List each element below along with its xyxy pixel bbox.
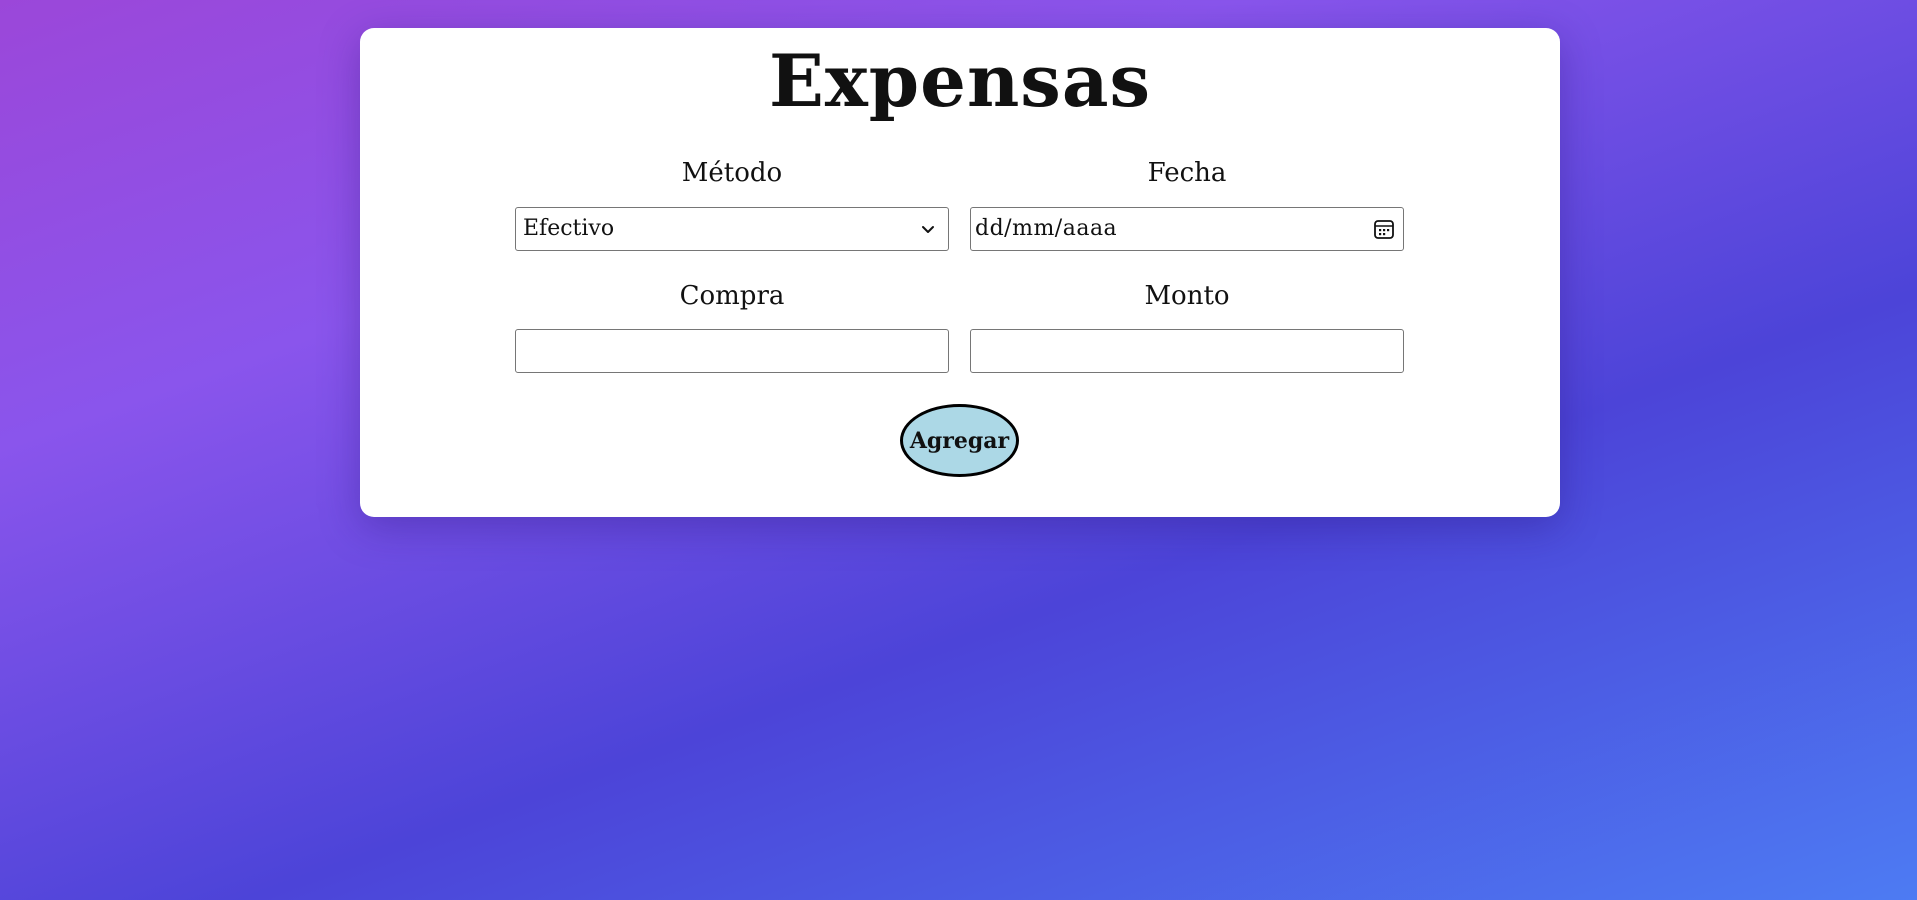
page-title: Expensas bbox=[768, 38, 1152, 123]
method-label: Método bbox=[681, 158, 783, 188]
chevron-down-icon bbox=[922, 226, 934, 233]
amount-label: Monto bbox=[1144, 281, 1230, 311]
date-input[interactable]: dd/mm/aaaa bbox=[970, 207, 1404, 251]
calendar-icon[interactable] bbox=[1373, 218, 1395, 240]
add-button[interactable]: Agregar bbox=[900, 404, 1019, 477]
purchase-input[interactable] bbox=[515, 329, 949, 373]
amount-input[interactable] bbox=[970, 329, 1404, 373]
date-label: Fecha bbox=[1147, 158, 1227, 188]
method-select[interactable]: Efectivo bbox=[515, 207, 949, 251]
method-selected-value: Efectivo bbox=[523, 216, 615, 241]
expense-form-card: Expensas Método Efectivo Fecha dd/mm/aaa… bbox=[360, 28, 1560, 517]
date-placeholder: dd/mm/aaaa bbox=[975, 216, 1118, 241]
purchase-label: Compra bbox=[679, 281, 785, 311]
